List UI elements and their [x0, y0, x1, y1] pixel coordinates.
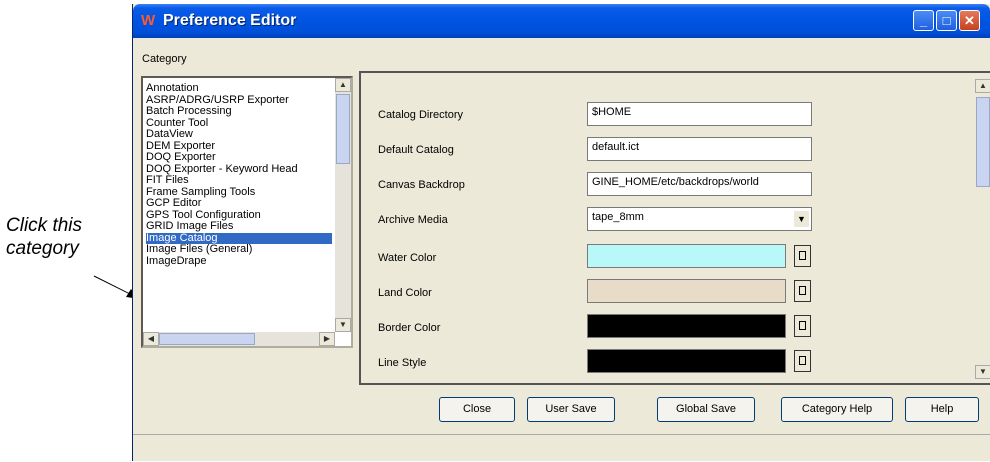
default-catalog-label: Default Catalog	[378, 144, 454, 156]
category-item[interactable]: FIT Files	[146, 175, 332, 187]
color-picker-icon	[799, 321, 806, 330]
panel-scroll-thumb[interactable]	[976, 97, 990, 187]
category-item[interactable]: GCP Editor	[146, 198, 332, 210]
category-item[interactable]: ImageDrape	[146, 256, 332, 268]
water-color-swatch	[587, 244, 786, 268]
app-icon: W	[141, 12, 156, 29]
category-item[interactable]: DOQ Exporter - Keyword Head	[146, 164, 332, 176]
border-color-label: Border Color	[378, 322, 441, 334]
category-item[interactable]: DOQ Exporter	[146, 152, 332, 164]
archive-media-value: tape_8mm	[592, 211, 644, 223]
archive-media-select[interactable]: tape_8mm ▼	[587, 207, 812, 231]
category-item[interactable]: GRID Image Files	[146, 221, 332, 233]
category-item[interactable]: Image Files (General)	[146, 244, 332, 256]
line-style-picker-button[interactable]	[794, 350, 811, 372]
h-scroll-thumb[interactable]	[159, 333, 255, 345]
category-item[interactable]: DEM Exporter	[146, 141, 332, 153]
help-button[interactable]: Help	[905, 397, 979, 422]
preference-editor-window: W Preference Editor _ □ ✕ Category Annot…	[132, 4, 990, 461]
category-item[interactable]: Annotation	[146, 83, 332, 95]
water-color-label: Water Color	[378, 252, 437, 264]
close-window-button[interactable]: ✕	[959, 10, 980, 31]
callout-line-1: Click this	[6, 215, 83, 236]
scroll-right-icon[interactable]: ▶	[319, 332, 335, 346]
archive-media-label: Archive Media	[378, 214, 448, 226]
category-horizontal-scrollbar[interactable]: ◀ ▶	[143, 332, 335, 346]
category-item[interactable]: ASRP/ADRG/USRP Exporter	[146, 95, 332, 107]
panel-scroll-up-icon[interactable]: ▲	[975, 79, 990, 93]
land-color-picker-button[interactable]	[794, 280, 811, 302]
category-item[interactable]: Image Catalog	[146, 232, 332, 244]
status-bar	[133, 434, 990, 462]
maximize-button[interactable]: □	[936, 10, 957, 31]
scroll-left-icon[interactable]: ◀	[143, 332, 159, 346]
catalog-directory-label: Catalog Directory	[378, 109, 463, 121]
border-color-swatch	[587, 314, 786, 338]
catalog-directory-input[interactable]: $HOME	[587, 102, 812, 126]
chevron-down-icon[interactable]: ▼	[794, 211, 809, 227]
line-style-label: Line Style	[378, 357, 427, 369]
category-items: Annotation ASRP/ADRG/USRP Exporter Batch P…	[146, 83, 332, 267]
window-title: Preference Editor	[163, 12, 297, 29]
user-save-button[interactable]: User Save	[527, 397, 615, 422]
scroll-down-icon[interactable]: ▼	[335, 318, 351, 332]
water-color-picker-button[interactable]	[794, 245, 811, 267]
category-list[interactable]: Annotation ASRP/ADRG/USRP Exporter Batch P…	[141, 76, 353, 348]
color-picker-icon	[799, 356, 806, 365]
callout-line-2: category	[6, 238, 79, 259]
category-item[interactable]: Counter Tool	[146, 118, 332, 130]
category-item[interactable]: GPS Tool Configuration	[146, 210, 332, 222]
panel-vertical-scrollbar[interactable]: ▲ ▼	[975, 79, 990, 379]
category-label: Category	[142, 53, 187, 65]
color-picker-icon	[799, 286, 806, 295]
category-item[interactable]: Frame Sampling Tools	[146, 187, 332, 199]
category-help-button[interactable]: Category Help	[781, 397, 893, 422]
panel-scroll-down-icon[interactable]: ▼	[975, 365, 990, 379]
scroll-thumb[interactable]	[336, 94, 350, 164]
category-item[interactable]: DataView	[146, 129, 332, 141]
border-color-picker-button[interactable]	[794, 315, 811, 337]
category-vertical-scrollbar[interactable]: ▲ ▼	[335, 78, 351, 332]
land-color-swatch	[587, 279, 786, 303]
close-button[interactable]: Close	[439, 397, 515, 422]
canvas-backdrop-input[interactable]: GINE_HOME/etc/backdrops/world	[587, 172, 812, 196]
canvas-backdrop-label: Canvas Backdrop	[378, 179, 465, 191]
line-style-swatch	[587, 349, 786, 373]
scroll-up-icon[interactable]: ▲	[335, 78, 351, 92]
category-item[interactable]: Batch Processing	[146, 106, 332, 118]
land-color-label: Land Color	[378, 287, 432, 299]
callout-text: Click this category	[6, 214, 82, 260]
global-save-button[interactable]: Global Save	[657, 397, 755, 422]
default-catalog-input[interactable]: default.ict	[587, 137, 812, 161]
color-picker-icon	[799, 251, 806, 260]
preferences-panel: Catalog Directory $HOME Default Catalog …	[359, 71, 990, 385]
minimize-button[interactable]: _	[913, 10, 934, 31]
title-bar[interactable]: W Preference Editor _ □ ✕	[133, 4, 990, 38]
